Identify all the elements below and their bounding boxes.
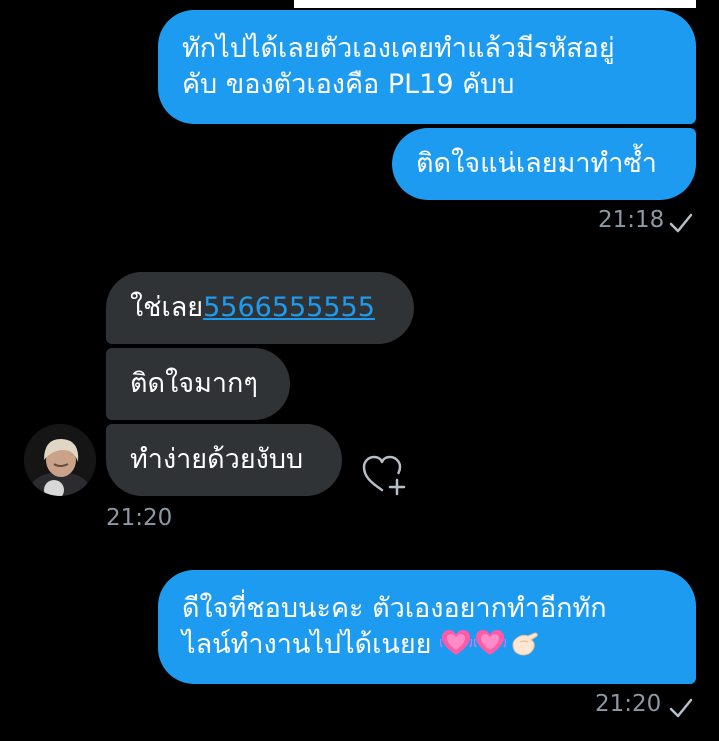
message-text: ติดใจมากๆ [130, 368, 258, 399]
message-text: ติดใจแน่เลยมาทำซ้ำ [416, 148, 657, 179]
message-text: ใช่เลย [130, 292, 204, 323]
message-text-line: ดีใจที่ชอบนะคะ ตัวเองอยากทำอีกทัก [182, 593, 607, 624]
message-link[interactable]: 5566555555 [203, 292, 375, 323]
check-icon [669, 698, 693, 718]
avatar-photo [24, 424, 96, 496]
timestamp: 21:18 [598, 207, 665, 233]
message-text-line-with-emoji: ไลน์ทำงานไปได้เนยย [182, 627, 672, 663]
incoming-message[interactable]: ติดใจมากๆ [106, 348, 290, 420]
timestamp: 21:20 [106, 505, 173, 531]
avatar[interactable] [24, 424, 96, 496]
heart-emoji [440, 630, 473, 655]
heart-emoji [474, 630, 507, 655]
message-text-line: คับ ของตัวเองคือ PL19 คับบ [182, 69, 515, 100]
message-text-line: ทักไปได้เลยตัวเองเคยทำแล้วมีรหัสอยู่ [182, 33, 615, 64]
top-white-strip [294, 0, 696, 8]
check-icon [669, 213, 693, 233]
message-text: ไลน์ทำงานไปได้เนยย [182, 629, 432, 660]
outgoing-message[interactable]: ติดใจแน่เลยมาทำซ้ำ [392, 128, 696, 200]
heart-plus-icon[interactable] [360, 452, 408, 496]
timestamp: 21:20 [595, 691, 662, 717]
incoming-message[interactable]: ใช่เลย5566555555 [106, 272, 414, 344]
outgoing-message[interactable]: ทักไปได้เลยตัวเองเคยทำแล้วมีรหัสอยู่ คับ… [158, 10, 696, 124]
pinch-hand-emoji [512, 632, 538, 656]
message-text: ทำง่ายด้วยงับบ [130, 444, 304, 475]
outgoing-message[interactable]: ดีใจที่ชอบนะคะ ตัวเองอยากทำอีกทัก ไลน์ทำ… [158, 570, 696, 684]
incoming-message[interactable]: ทำง่ายด้วยงับบ [106, 424, 342, 496]
